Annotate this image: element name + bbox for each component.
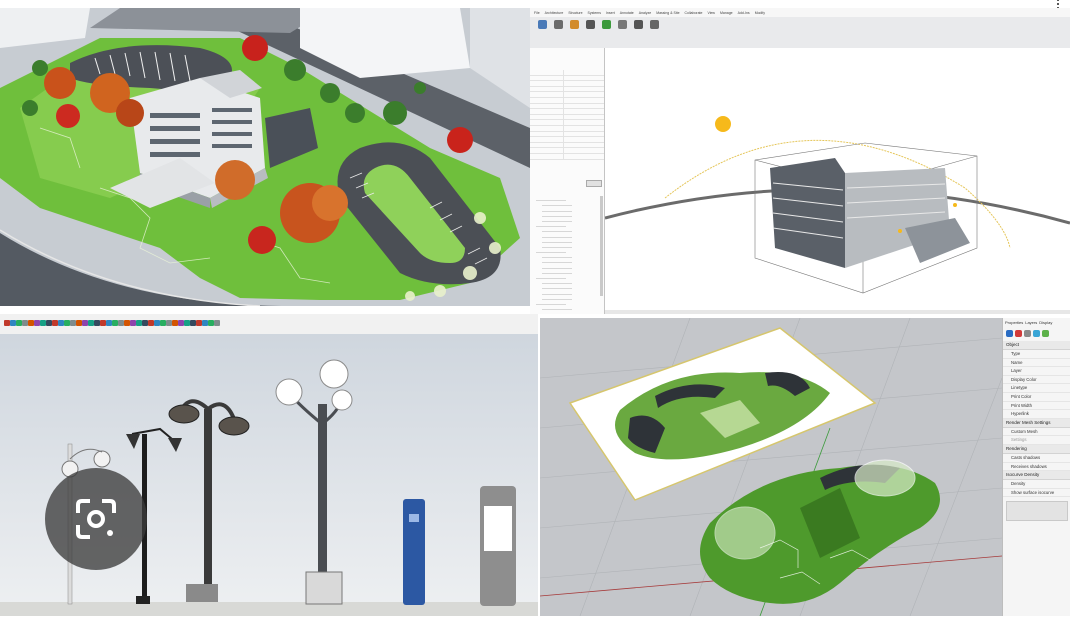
ribbon-tab[interactable]: File xyxy=(534,11,540,15)
property-cell xyxy=(530,148,564,153)
property-cell xyxy=(530,103,564,109)
property-cell xyxy=(530,142,564,148)
panel-footer xyxy=(1006,501,1068,522)
ribbon-tab[interactable]: Systems xyxy=(588,11,601,15)
property-cell xyxy=(530,131,564,137)
rhino-properties-panel: Properties Layers Display Object Type Na… xyxy=(1002,318,1070,616)
ribbon-button-icon[interactable] xyxy=(634,20,643,29)
light-icon[interactable] xyxy=(1042,330,1049,337)
ribbon-tab[interactable]: Collaborate xyxy=(685,11,703,15)
ribbon-button-icon[interactable] xyxy=(586,20,595,29)
browser-scrollbar[interactable] xyxy=(600,196,603,296)
prop-density[interactable]: Density xyxy=(1003,480,1070,489)
ribbon-tab[interactable]: Structure xyxy=(568,11,582,15)
section-object[interactable]: Object xyxy=(1003,341,1070,350)
revit-3d-view[interactable] xyxy=(604,48,1070,310)
bollard-model[interactable] xyxy=(403,499,425,605)
prop-show-isocurve[interactable]: Show surface isocurve xyxy=(1003,489,1070,498)
ribbon-tab[interactable]: Architecture xyxy=(545,11,564,15)
section-isocurve[interactable]: Isocurve Density xyxy=(1003,471,1070,481)
property-cell xyxy=(530,97,564,103)
section-rendering[interactable]: Rendering xyxy=(1003,444,1070,454)
prop-linetype: Linetype xyxy=(1003,384,1070,393)
lens-glyph xyxy=(76,499,116,539)
prop-print-color: Print Color xyxy=(1003,393,1070,402)
property-cell xyxy=(530,109,564,114)
ribbon-tab[interactable]: Massing & Site xyxy=(656,11,679,15)
ribbon-tab[interactable]: Add-Ins xyxy=(738,11,750,15)
ribbon-tab[interactable]: Modify xyxy=(755,11,765,15)
ribbon-tab[interactable]: Annotate xyxy=(620,11,634,15)
property-row[interactable] xyxy=(530,153,604,160)
property-cell xyxy=(530,137,564,142)
prop-casts-shadows[interactable]: Casts shadows xyxy=(1003,454,1070,463)
panel-tabs: Properties Layers Display xyxy=(1003,318,1070,329)
sun-path-model-illustration xyxy=(604,116,1070,294)
browser-item[interactable] xyxy=(542,310,572,314)
prop-receives-shadows[interactable]: Receives shadows xyxy=(1003,463,1070,472)
bollard-model[interactable] xyxy=(480,486,516,606)
tab-layers[interactable]: Layers xyxy=(1025,320,1037,329)
property-cell xyxy=(530,75,564,81)
prop-type: Type xyxy=(1003,350,1070,359)
ribbon-button-icon[interactable] xyxy=(650,20,659,29)
prop-layer: Layer xyxy=(1003,367,1070,376)
project-browser-tree xyxy=(530,196,604,314)
sun-icon[interactable] xyxy=(715,116,731,132)
section-render-mesh[interactable]: Render Mesh Settings xyxy=(1003,418,1070,428)
properties-apply-button[interactable] xyxy=(586,180,602,187)
ribbon-tab[interactable]: Manage xyxy=(720,11,733,15)
ribbon-button-icon[interactable] xyxy=(618,20,627,29)
revit-ribbon: File Architecture Structure Systems Inse… xyxy=(530,8,1070,49)
revit-status-bar xyxy=(605,310,1070,314)
sketchup-toolbar xyxy=(0,314,538,335)
property-cell xyxy=(530,92,564,97)
site-render-illustration xyxy=(0,8,530,306)
property-cell xyxy=(530,86,564,92)
rhino-window: Properties Layers Display Object Type Na… xyxy=(540,318,1070,616)
ribbon-tab[interactable]: Insert xyxy=(606,11,615,15)
rendered-site-view xyxy=(0,8,530,306)
ribbon-tabs: File Architecture Structure Systems Inse… xyxy=(530,8,1070,17)
prop-custom-mesh[interactable]: Custom Mesh xyxy=(1003,428,1070,437)
material-icon[interactable] xyxy=(1015,330,1022,337)
ribbon-button-icon[interactable] xyxy=(570,20,579,29)
site-plan-3d-illustration xyxy=(540,318,1003,616)
property-cell xyxy=(530,120,564,125)
prop-hyperlink: Hyperlink xyxy=(1003,410,1070,419)
panel-icon-row xyxy=(1003,329,1070,341)
ribbon-button-icon[interactable] xyxy=(602,20,611,29)
revit-window: File Architecture Structure Systems Inse… xyxy=(530,8,1070,314)
decal-icon[interactable] xyxy=(1033,330,1040,337)
property-cell xyxy=(530,114,564,120)
ribbon-button-icon[interactable] xyxy=(554,20,563,29)
prop-print-width: Print Width xyxy=(1003,402,1070,411)
properties-grid xyxy=(530,70,604,160)
property-cell xyxy=(530,125,564,131)
prop-mesh-settings[interactable]: Settings xyxy=(1003,436,1070,445)
sketchup-window xyxy=(0,314,538,616)
top-bar xyxy=(0,0,1070,9)
property-cell xyxy=(530,153,564,159)
ribbon-button-icon[interactable] xyxy=(538,20,547,29)
object-icon[interactable] xyxy=(1006,330,1013,337)
property-cell xyxy=(530,81,564,86)
ribbon-tab[interactable]: Analyze xyxy=(639,11,651,15)
property-cell xyxy=(530,70,564,75)
prop-name: Name xyxy=(1003,359,1070,368)
properties-and-browser-panel xyxy=(530,48,605,314)
prop-display-color: Display Color xyxy=(1003,376,1070,385)
rhino-viewport[interactable] xyxy=(540,318,1003,616)
google-lens-camera-icon[interactable] xyxy=(45,468,147,570)
tab-properties[interactable]: Properties xyxy=(1005,320,1023,329)
tab-display[interactable]: Display xyxy=(1039,320,1052,329)
ribbon-tab[interactable]: View xyxy=(707,11,715,15)
texture-icon[interactable] xyxy=(1024,330,1031,337)
toolbar-tool-icon[interactable] xyxy=(214,320,220,326)
